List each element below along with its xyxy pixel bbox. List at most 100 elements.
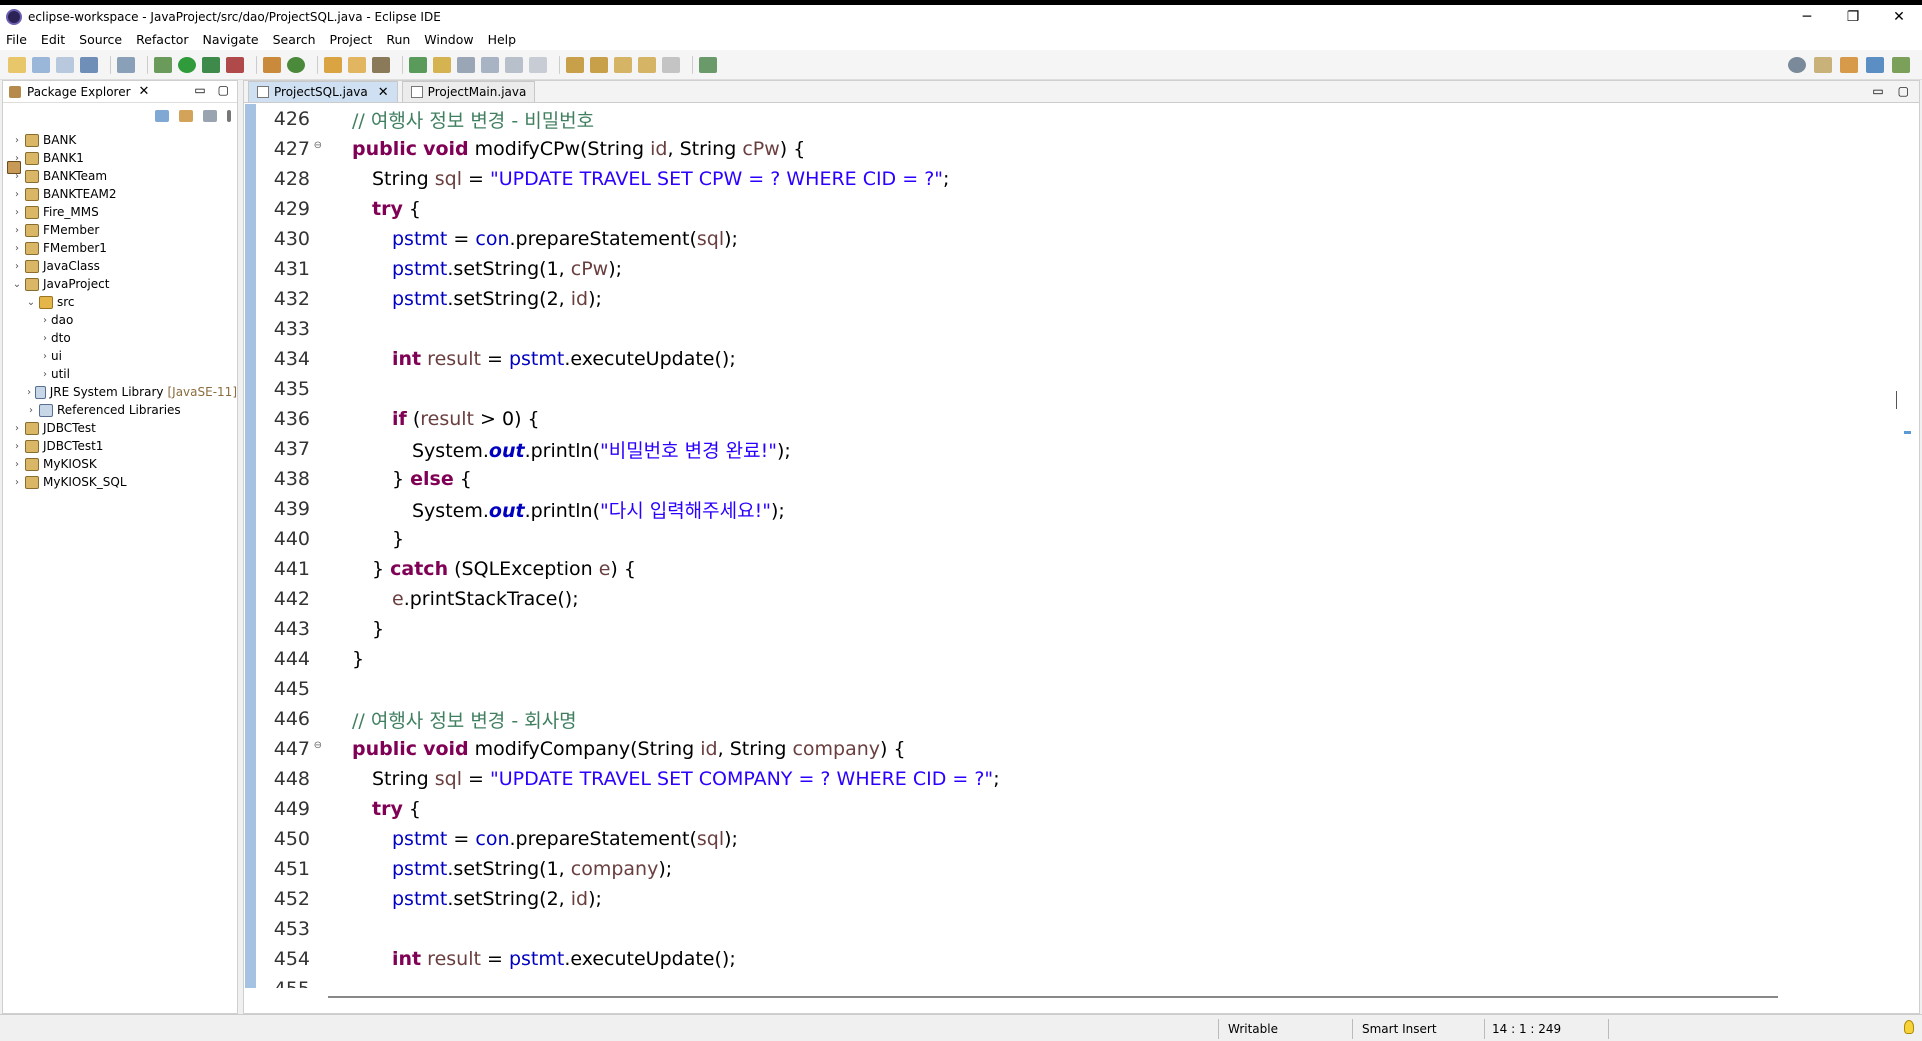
collapse-all-icon[interactable] xyxy=(155,110,169,122)
minimize-button[interactable]: ─ xyxy=(1784,5,1830,28)
expanded-chevron-icon[interactable]: ⌄ xyxy=(11,279,23,290)
menu-project[interactable]: Project xyxy=(330,32,373,47)
tree-item[interactable]: › dao xyxy=(3,161,237,329)
code-line[interactable]: 443} xyxy=(256,614,1896,644)
tab-projectmain[interactable]: ProjectMain.java xyxy=(401,81,536,102)
collapsed-chevron-icon[interactable]: › xyxy=(11,261,23,272)
tree-item[interactable]: › MyKIOSK xyxy=(3,455,237,473)
tree-item[interactable]: › FMember xyxy=(3,221,237,239)
pin-editor-icon[interactable] xyxy=(699,56,717,73)
code-line[interactable]: 450 pstmt = con.prepareStatement(sql); xyxy=(256,824,1896,854)
code-line[interactable]: 451 pstmt.setString(1, company); xyxy=(256,854,1896,884)
code-line[interactable]: 453 xyxy=(256,914,1896,944)
fold-toggle-icon[interactable]: ⊖ xyxy=(314,140,322,151)
tip-lightbulb-icon[interactable] xyxy=(1904,1020,1914,1034)
collapsed-chevron-icon[interactable]: › xyxy=(39,315,51,326)
close-view-icon[interactable]: ✕ xyxy=(139,84,150,99)
menu-source[interactable]: Source xyxy=(79,32,122,47)
code-line[interactable]: 444} xyxy=(256,644,1896,674)
code-line[interactable]: 439 System.out.println("다시 입력해주세요!"); xyxy=(256,494,1896,524)
tree-item[interactable]: › dto xyxy=(3,161,237,347)
new-icon[interactable] xyxy=(8,56,26,73)
open-type-icon[interactable] xyxy=(324,56,342,73)
search-tool-icon[interactable] xyxy=(372,56,390,73)
menu-edit[interactable]: Edit xyxy=(41,32,65,47)
tree-item[interactable]: › Referenced Libraries xyxy=(3,401,237,419)
tree-item[interactable]: › util xyxy=(3,161,237,383)
code-line[interactable]: 432 pstmt.setString(2, id); xyxy=(256,284,1896,314)
tree-item[interactable]: › BANK xyxy=(3,131,237,149)
code-line[interactable]: 445 xyxy=(256,674,1896,704)
collapsed-chevron-icon[interactable]: › xyxy=(11,225,23,236)
collapsed-chevron-icon[interactable]: › xyxy=(25,387,33,398)
coverage-icon[interactable] xyxy=(202,56,220,73)
maximize-view-icon[interactable]: ▢ xyxy=(218,83,229,97)
menu-refactor[interactable]: Refactor xyxy=(136,32,188,47)
code-line[interactable]: 427 ⊖ public void modifyCPw(String id, Str… xyxy=(256,134,1896,164)
collapsed-chevron-icon[interactable]: › xyxy=(11,459,23,470)
last-edit-location-icon[interactable] xyxy=(614,56,632,73)
code-line[interactable]: 452 pstmt.setString(2, id); xyxy=(256,884,1896,914)
save-all-icon[interactable] xyxy=(56,56,74,73)
link-with-editor-icon[interactable] xyxy=(179,110,193,122)
open-perspective-icon[interactable] xyxy=(1814,57,1832,73)
expanded-chevron-icon[interactable]: ⌄ xyxy=(25,297,37,308)
collapsed-chevron-icon[interactable]: › xyxy=(11,441,23,452)
collapsed-chevron-icon[interactable]: › xyxy=(11,135,23,146)
menu-navigate[interactable]: Navigate xyxy=(203,32,259,47)
code-line[interactable]: 447 ⊖ public void modifyCompany(String id,… xyxy=(256,734,1896,764)
debug-icon[interactable] xyxy=(154,56,172,73)
collapsed-chevron-icon[interactable]: › xyxy=(11,207,23,218)
collapsed-chevron-icon[interactable]: › xyxy=(11,477,23,488)
collapsed-chevron-icon[interactable]: › xyxy=(11,189,23,200)
tree-item[interactable]: › ui xyxy=(3,161,237,365)
menu-window[interactable]: Window xyxy=(424,32,473,47)
minimize-view-icon[interactable]: ▭ xyxy=(194,83,205,97)
debug-perspective-icon[interactable] xyxy=(1892,57,1910,73)
code-line[interactable]: 454 int result = pstmt.executeUpdate(); xyxy=(256,944,1896,974)
collapsed-chevron-icon[interactable]: › xyxy=(11,243,23,254)
collapsed-chevron-icon[interactable]: › xyxy=(39,369,51,380)
code-line[interactable]: 429 try { xyxy=(256,194,1896,224)
tree-item[interactable]: › JDBCTest xyxy=(3,419,237,437)
code-line[interactable]: 437 System.out.println("비밀번호 변경 완료!"); xyxy=(256,434,1896,464)
status-insert-mode[interactable]: Smart Insert xyxy=(1362,1022,1437,1036)
save-icon[interactable] xyxy=(32,56,50,73)
block-selection-icon[interactable] xyxy=(481,56,499,73)
filters-icon[interactable] xyxy=(203,110,217,122)
close-window-button[interactable]: ✕ xyxy=(1876,5,1922,28)
code-line[interactable]: 441} catch (SQLException e) { xyxy=(256,554,1896,584)
code-line[interactable]: 434 int result = pstmt.executeUpdate(); xyxy=(256,344,1896,374)
tree-item[interactable]: › BANK1 xyxy=(3,149,237,167)
java-perspective-icon[interactable] xyxy=(1866,57,1884,73)
horizontal-scrollbar[interactable] xyxy=(328,996,1778,998)
code-line[interactable]: 436 if (result > 0) { xyxy=(256,404,1896,434)
maximize-editor-icon[interactable]: ▢ xyxy=(1898,84,1909,98)
external-tools-icon[interactable] xyxy=(226,56,244,73)
tree-item[interactable]: ⌄ src xyxy=(3,293,237,311)
tree-item[interactable]: › JDBCTest1 xyxy=(3,437,237,455)
tab-projectsql[interactable]: ProjectSQL.java ✕ xyxy=(248,81,398,102)
code-line[interactable]: 438} else { xyxy=(256,464,1896,494)
collapsed-chevron-icon[interactable]: › xyxy=(39,333,51,344)
toggle-highlight-icon[interactable] xyxy=(433,56,451,73)
code-line[interactable]: 433 xyxy=(256,314,1896,344)
new-java-package-icon[interactable] xyxy=(263,56,281,73)
code-line[interactable]: 449 try { xyxy=(256,794,1896,824)
terminal-icon[interactable] xyxy=(80,56,98,73)
collapsed-chevron-icon[interactable]: › xyxy=(39,351,51,362)
code-line[interactable]: 440} xyxy=(256,524,1896,554)
new-java-class-icon[interactable] xyxy=(287,56,305,73)
code-line[interactable]: 442 e.printStackTrace(); xyxy=(256,584,1896,614)
tree-item[interactable]: › JavaClass xyxy=(3,257,237,275)
tree-item[interactable]: › JRE System Library [JavaSE-11] xyxy=(3,383,237,401)
fold-toggle-icon[interactable]: ⊖ xyxy=(314,740,322,751)
tree-item[interactable]: › Fire_MMS xyxy=(3,203,237,221)
code-line[interactable]: 430 pstmt = con.prepareStatement(sql); xyxy=(256,224,1896,254)
word-wrap-icon[interactable] xyxy=(457,56,475,73)
toggle-mark-occurrences-icon[interactable] xyxy=(409,56,427,73)
back-icon[interactable] xyxy=(638,56,656,73)
collapsed-chevron-icon[interactable]: › xyxy=(11,423,23,434)
code-line[interactable]: 446 // 여행사 정보 변경 - 회사명 xyxy=(256,704,1896,734)
tree-item[interactable]: › MyKIOSK_SQL xyxy=(3,473,237,491)
